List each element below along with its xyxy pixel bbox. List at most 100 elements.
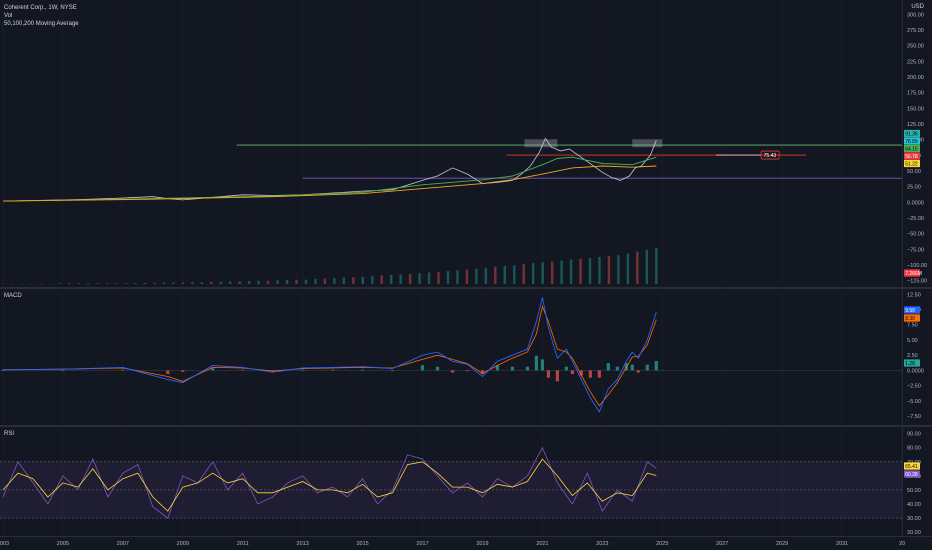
time-tick-label: 2005 <box>57 541 69 547</box>
symbol-title[interactable]: Coherent Corp., 1W, NYSE <box>4 4 79 12</box>
macd-legend[interactable]: MACD <box>4 292 22 300</box>
rsi-tick-label: 90.00 <box>907 432 921 438</box>
volume-bar <box>456 270 459 284</box>
volume-bar <box>352 277 355 284</box>
time-tick-label: 2009 <box>177 541 189 547</box>
volume-bar <box>408 273 412 284</box>
moving-average-legend[interactable]: 50,100,200 Moving Average <box>4 20 79 28</box>
macd-histogram-bar <box>654 360 658 371</box>
macd-histogram-bar <box>645 364 649 371</box>
volume-bar <box>626 253 630 284</box>
macd-histogram-bar <box>241 369 245 371</box>
time-tick-label: 2007 <box>117 541 129 547</box>
price-label-badge: 78.89 <box>905 139 918 145</box>
macd-tick-label: 2.50 <box>907 353 918 359</box>
price-tick-label: 275.00 <box>907 28 924 34</box>
volume-bar <box>219 281 222 284</box>
chart-canvas[interactable]: 2003 2005 2007 2009 2011 2013 2015 2017 2019 2021… <box>0 0 932 550</box>
macd-histogram-bar <box>211 368 215 371</box>
price-label-badge: 91.36 <box>905 132 918 138</box>
macd-histogram-bar <box>360 369 365 371</box>
macd-histogram-bar <box>588 370 592 378</box>
volume-bar <box>617 255 620 284</box>
volume-bar <box>342 277 346 284</box>
macd-histogram-bar <box>61 370 65 371</box>
top-zone-box[interactable] <box>632 139 663 148</box>
price-tick-label: 125.00 <box>907 122 924 128</box>
macd-histogram-bar <box>564 366 568 371</box>
rsi-legend[interactable]: RSI <box>4 430 14 438</box>
macd-histogram-bar <box>546 370 550 378</box>
volume-bar <box>87 283 90 284</box>
rsi-tick-label: 80.00 <box>907 446 921 452</box>
macd-histogram-bar <box>510 366 515 371</box>
macd-histogram-bar <box>1 370 5 371</box>
volume-bar <box>247 281 251 284</box>
macd-histogram-bar <box>181 370 185 372</box>
macd-tick-label: −5.00 <box>907 399 921 405</box>
volume-bar <box>210 281 213 284</box>
volume-bar <box>446 271 450 284</box>
volume-bar <box>484 267 488 284</box>
volume-bar <box>503 266 506 284</box>
target-callout-label: 75.43 <box>764 153 777 159</box>
time-tick-label: 2025 <box>656 541 668 547</box>
volume-bar <box>134 282 137 284</box>
time-tick-label: 2019 <box>476 541 488 547</box>
rsi-band <box>0 461 902 519</box>
main-legend: Coherent Corp., 1W, NYSE Vol 50,100,200 … <box>4 4 79 28</box>
volume-bar <box>304 279 308 284</box>
macd-histogram-bar <box>615 366 619 371</box>
time-tick-label: 2017 <box>416 541 428 547</box>
volume-bar <box>380 275 383 284</box>
rsi-tick-label: 50.00 <box>907 488 921 494</box>
volume-bar <box>143 282 147 284</box>
macd-histogram-bar <box>435 366 440 371</box>
volume-bar <box>229 281 232 284</box>
time-tick-label: 2011 <box>237 541 249 547</box>
currency-label[interactable]: USD <box>911 4 924 10</box>
volume-legend[interactable]: Vol <box>4 12 79 20</box>
volume-bar <box>531 263 535 284</box>
macd-histogram-bar <box>121 369 125 371</box>
macd-tick-label: −2.50 <box>907 384 921 390</box>
macd-histogram-bar <box>450 370 455 373</box>
time-tick-label: 2013 <box>297 541 309 547</box>
macd-histogram-bar <box>570 370 574 375</box>
volume-bar <box>285 280 289 284</box>
volume-bar <box>58 283 62 284</box>
time-tick-label: 2015 <box>356 541 368 547</box>
rsi-tick-label: 40.00 <box>907 502 921 508</box>
volume-bar <box>560 260 563 284</box>
price-tick-label: 150.00 <box>907 106 924 112</box>
time-tick-label: 2029 <box>776 541 788 547</box>
volume-bar <box>276 280 279 284</box>
volume-bar <box>475 268 478 284</box>
volume-bar <box>418 273 421 284</box>
macd-histogram-bar <box>534 355 539 371</box>
volume-bar <box>371 276 374 284</box>
macd-tick-label: 7.50 <box>907 323 918 329</box>
volume-bar <box>645 249 649 284</box>
volume-bar <box>266 280 270 284</box>
volume-bar <box>257 280 260 284</box>
macd-histogram-bar <box>540 359 544 371</box>
top-zone-box[interactable] <box>524 139 558 148</box>
rsi-ma-last-badge: 60.28 <box>905 472 918 478</box>
time-tick-label: 2003 <box>0 541 9 547</box>
time-tick-label: 2021 <box>536 541 548 547</box>
volume-bar <box>191 282 194 284</box>
volume-bar <box>105 283 109 284</box>
macd-last-badge: 9.59 <box>905 308 915 314</box>
price-tick-label: 225.00 <box>907 59 924 65</box>
macd-histogram-bar <box>301 369 305 371</box>
macd-histogram-bar <box>597 370 601 378</box>
macd-histogram-bar <box>606 363 610 371</box>
price-tick-label: 250.00 <box>907 44 924 50</box>
volume-bar <box>550 261 554 284</box>
price-tick-label: 50.00 <box>907 169 921 175</box>
macd-histogram-bar <box>331 369 335 371</box>
price-tick-label: −100.00 <box>907 263 927 269</box>
volume-bar <box>513 265 516 284</box>
volume-bar <box>153 282 156 284</box>
